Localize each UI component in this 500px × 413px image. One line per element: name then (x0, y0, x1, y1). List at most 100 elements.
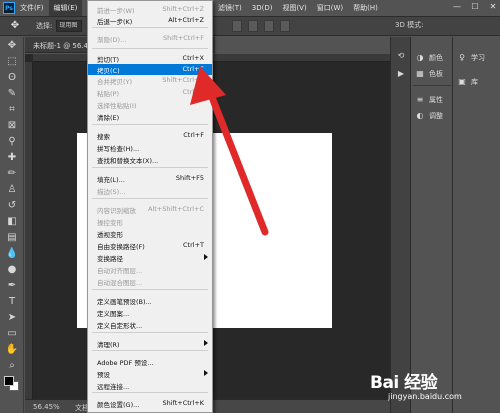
healing-brush-tool-icon[interactable]: ✚ (4, 151, 20, 165)
history-icon[interactable]: ⟲ (396, 51, 406, 61)
close-icon[interactable]: ✕ (488, 2, 498, 12)
menu-item[interactable]: 定义图案... (88, 307, 212, 318)
menu-item[interactable]: 自由变换路径(F) Ctrl+T (88, 240, 212, 251)
menu-item-shortcut: Ctrl+C (182, 65, 204, 73)
menu-item[interactable]: 拷贝(C) Ctrl+C (88, 64, 212, 75)
select-dropdown[interactable]: 现用图 (56, 20, 83, 32)
menu-item: 自动混合图层... (88, 276, 212, 287)
type-tool-icon[interactable]: T (4, 295, 20, 309)
menu-item[interactable]: 变换路径 (88, 252, 212, 263)
panel-color[interactable]: ◑ 颜色 (415, 51, 444, 65)
align-icon[interactable] (248, 20, 258, 32)
panel-libraries[interactable]: ▣ 库 (457, 75, 478, 89)
history-brush-tool-icon[interactable]: ↺ (4, 199, 20, 213)
menu-item[interactable]: 搜索 Ctrl+F (88, 130, 212, 141)
quick-select-tool-icon[interactable]: ✎ (4, 87, 20, 101)
panel-properties[interactable]: ≡ 属性 (415, 93, 443, 107)
menu-item-label: 清理(R) (97, 341, 120, 349)
menu-item-label: 定义自定形状... (97, 322, 143, 330)
menu-view[interactable]: 视图(V) (277, 0, 311, 16)
menu-item[interactable]: 拼写检查(H)... (88, 142, 212, 153)
align-icons-group (232, 20, 290, 32)
panel-column-2: ♀ 学习 ▣ 库 (452, 37, 500, 413)
menu-3d[interactable]: 3D(D) (247, 0, 278, 16)
menu-item[interactable]: 后退一步(K) Alt+Ctrl+Z (88, 15, 212, 26)
menu-item[interactable]: 剪切(T) Ctrl+X (88, 53, 212, 64)
menu-item-label: 拷贝(C) (97, 67, 120, 75)
menu-filter[interactable]: 滤镜(T) (213, 0, 247, 16)
crop-tool-icon[interactable]: ⌗ (4, 103, 20, 117)
menu-item[interactable]: 透视变形 (88, 228, 212, 239)
maximize-icon[interactable]: ☐ (470, 2, 480, 12)
color-wheel-icon: ◑ (416, 53, 424, 62)
panel-swatches[interactable]: ▦ 色板 (415, 67, 443, 81)
menu-edit[interactable]: 编辑(E) (48, 0, 83, 16)
menu-item-shortcut: Alt+Shift+Ctrl+C (147, 205, 204, 213)
panel-adjustments[interactable]: ◐ 调整 (415, 109, 444, 123)
menu-window[interactable]: 窗口(W) (312, 0, 348, 16)
gradient-tool-icon[interactable]: ▤ (4, 231, 20, 245)
menu-item: 自动对齐图层... (88, 264, 212, 275)
menu-item[interactable]: 清除(E) (88, 111, 212, 122)
menu-item[interactable]: 清理(R) (88, 338, 212, 349)
window-controls: — ☐ ✕ (452, 2, 498, 12)
menu-item[interactable]: 远程连接... (88, 380, 212, 391)
panel-libraries-label: 库 (471, 78, 478, 86)
align-icon[interactable] (280, 20, 290, 32)
edit-dropdown-menu: 前进一步(W) Shift+Ctrl+Z 后退一步(K) Alt+Ctrl+Z 渐隐(D… (87, 0, 213, 413)
play-icon[interactable]: ▶ (396, 69, 406, 79)
vertical-ruler[interactable] (25, 62, 33, 399)
menu-separator (92, 392, 208, 393)
move-tool-icon[interactable]: ✥ (8, 19, 22, 33)
menu-bar-right-group: 滤镜(T) 3D(D) 视图(V) 窗口(W) 帮助(H) (213, 0, 383, 16)
menu-item-shortcut: Shift+F5 (175, 174, 204, 182)
dodge-tool-icon[interactable]: ● (4, 263, 20, 277)
menu-item-label: 自动对齐图层... (97, 267, 143, 275)
menu-item-shortcut: Shift+Ctrl+F (163, 34, 204, 42)
menu-item-shortcut: Ctrl+F (183, 131, 204, 139)
brush-tool-icon[interactable]: ✏ (4, 167, 20, 181)
zoom-tool-icon[interactable]: ⌕ (4, 359, 20, 373)
menu-item[interactable]: 填充(L)... Shift+F5 (88, 173, 212, 184)
panel-learn[interactable]: ♀ 学习 (457, 51, 485, 65)
menu-item[interactable]: 定义画笔预设(B)... (88, 295, 212, 306)
menu-item[interactable]: 定义自定形状... (88, 319, 212, 330)
align-icon[interactable] (232, 20, 242, 32)
menu-item[interactable]: 颜色设置(G)... Shift+Ctrl+K (88, 398, 212, 409)
hand-tool-icon[interactable]: ✋ (4, 343, 20, 357)
minimize-icon[interactable]: — (452, 2, 462, 12)
menu-item: 粘贴(P) Ctrl+V (88, 87, 212, 98)
rectangle-tool-icon[interactable]: ▭ (4, 327, 20, 341)
menu-item-label: 搜索 (97, 133, 110, 141)
panel-divider (413, 85, 451, 86)
menu-separator (92, 289, 208, 290)
pen-tool-icon[interactable]: ✒ (4, 279, 20, 293)
marquee-tool-icon[interactable]: ⬚ (4, 55, 20, 69)
menu-item-label: 拼写检查(H)... (97, 145, 140, 153)
menu-item-label: 定义画笔预设(B)... (97, 298, 152, 306)
submenu-arrow-icon (204, 370, 208, 376)
lasso-tool-icon[interactable]: ʘ (4, 71, 20, 85)
menu-item-label: 描边(S)... (97, 188, 126, 196)
menu-file[interactable]: 文件(F) (15, 0, 49, 16)
menu-item-shortcut: Ctrl+X (182, 54, 204, 62)
zoom-level[interactable]: 56.45% (33, 403, 60, 411)
align-icon[interactable] (264, 20, 274, 32)
foreground-color-swatch[interactable] (4, 376, 14, 386)
clone-stamp-tool-icon[interactable]: ♙ (4, 183, 20, 197)
menu-item[interactable]: 查找和替换文本(X)... (88, 154, 212, 165)
menu-item[interactable]: 指定配置文件... (88, 409, 212, 412)
frame-tool-icon[interactable]: ⊠ (4, 119, 20, 133)
menu-separator (92, 48, 208, 49)
menu-item[interactable]: Adobe PDF 预设... (88, 356, 212, 367)
menu-item-shortcut: Ctrl+V (182, 88, 204, 96)
menu-item-label: Adobe PDF 预设... (97, 359, 154, 367)
menu-help[interactable]: 帮助(H) (348, 0, 383, 16)
eraser-tool-icon[interactable]: ◧ (4, 215, 20, 229)
path-select-tool-icon[interactable]: ➤ (4, 311, 20, 325)
panel-properties-label: 属性 (429, 96, 443, 104)
eyedropper-tool-icon[interactable]: ⚲ (4, 135, 20, 149)
menu-item[interactable]: 预设 (88, 368, 212, 379)
blur-tool-icon[interactable]: 💧 (4, 247, 20, 261)
move-tool-icon[interactable]: ✥ (4, 39, 20, 53)
